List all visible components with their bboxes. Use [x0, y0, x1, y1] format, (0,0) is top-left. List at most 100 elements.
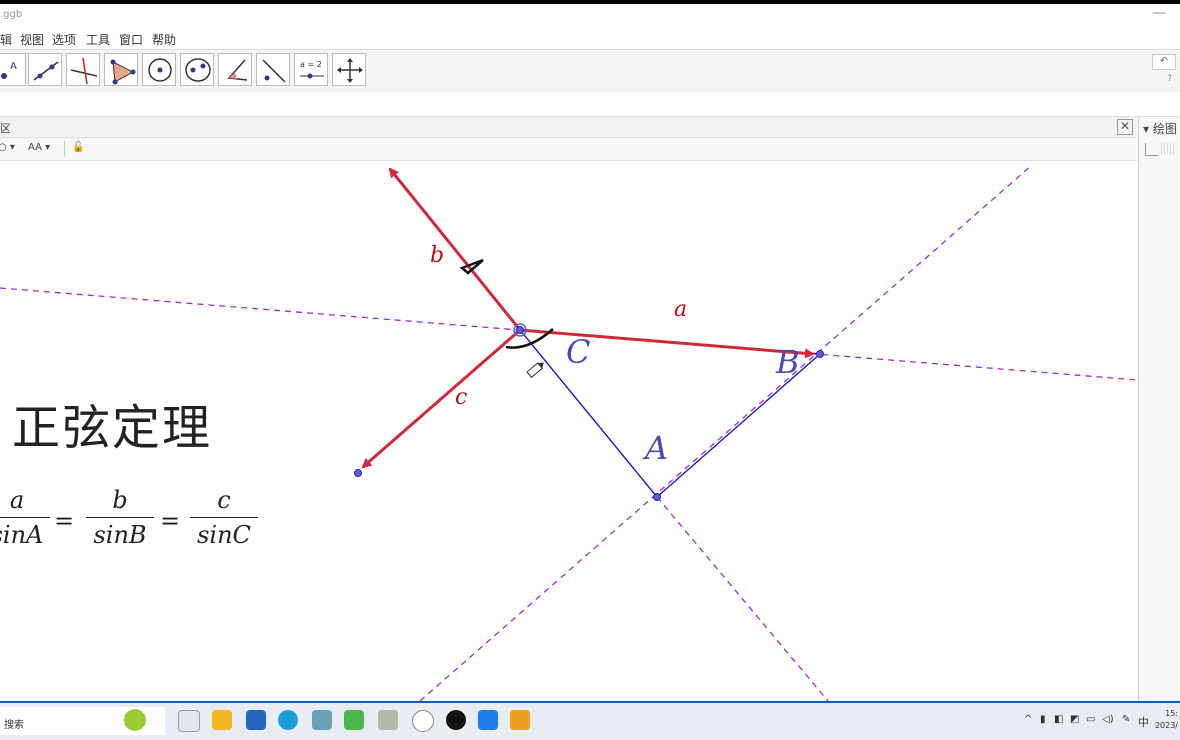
help-icon[interactable]: ? [1167, 74, 1172, 84]
title-bar: .ggb — [0, 4, 1180, 28]
slider-label: a = 2 [300, 60, 322, 69]
point-c-label: C [566, 333, 591, 371]
perpendicular-tool-button[interactable] [66, 53, 100, 86]
tray-mic-icon[interactable]: ▮ [1040, 714, 1046, 725]
circle-tool-button[interactable] [142, 53, 176, 86]
font-size-icon: AA [28, 142, 42, 153]
triangle-abc[interactable] [518, 329, 822, 499]
right-panel-title[interactable]: ▾ 绘图 [1143, 120, 1177, 137]
line-icon [33, 61, 59, 81]
task-view-icon[interactable] [178, 710, 200, 732]
point-b[interactable] [816, 350, 824, 358]
polygon-tool-button[interactable] [104, 53, 138, 86]
vector-c[interactable] [361, 328, 521, 469]
menu-tools[interactable]: 工具 [86, 31, 110, 48]
app-icon[interactable] [446, 710, 466, 730]
angle-icon [227, 59, 248, 81]
style-bar: ○ ▾ AA ▾ 🔓 [0, 138, 1137, 161]
tray-icon[interactable]: ◩ [1070, 714, 1079, 725]
fraction-c: c sinC [190, 486, 258, 549]
axes-icon[interactable] [1145, 143, 1158, 156]
graphics-panel-header: 区 ✕ [0, 117, 1137, 138]
angle-tool-button[interactable] [218, 53, 252, 86]
panel-header-label: 区 [0, 122, 11, 135]
tennis-ball-icon [124, 709, 146, 731]
ime-indicator[interactable]: 中 [1138, 714, 1149, 730]
speaker-icon[interactable]: ◁) [1102, 714, 1114, 725]
mail-icon[interactable] [246, 710, 266, 730]
app-icon[interactable] [510, 710, 530, 730]
file-explorer-icon[interactable] [212, 710, 232, 730]
vector-a-label: a [674, 297, 688, 322]
app-icon[interactable] [378, 710, 398, 730]
input-bar[interactable] [0, 92, 1180, 117]
fraction-b-numerator: b [86, 486, 154, 518]
vector-c-label: c [455, 385, 468, 410]
menu-help[interactable]: 帮助 [152, 31, 176, 48]
line-tool-button[interactable] [28, 53, 62, 86]
point-c[interactable] [516, 326, 524, 334]
fraction-a-numerator: a [0, 486, 50, 518]
grid-icon[interactable] [1161, 143, 1175, 155]
fraction-a-denominator: sinA [0, 521, 44, 549]
clock-date: 2023/ [1154, 721, 1178, 730]
point-tool-button[interactable]: A [0, 53, 26, 86]
point-b-label: B [776, 343, 800, 381]
menu-view[interactable]: 视图 [20, 31, 44, 48]
taskbar-search[interactable]: 搜索 [0, 707, 165, 735]
app-icon[interactable] [312, 710, 332, 730]
ellipse-icon [185, 58, 211, 82]
clock[interactable]: 15: 2023/ [1155, 708, 1178, 732]
fraction-c-denominator: sinC [197, 521, 251, 549]
menu-options[interactable]: 选项 [52, 31, 76, 48]
reflect-icon [262, 59, 286, 83]
theorem-title: 正弦定理 [12, 400, 213, 456]
pen-icon[interactable]: ✎ [1122, 714, 1130, 725]
point-a[interactable] [653, 493, 661, 501]
point-c-end[interactable] [354, 469, 362, 477]
edge-icon[interactable] [278, 710, 298, 730]
menu-bar: 辑 视图 选项 工具 窗口 帮助 [0, 28, 1180, 48]
close-panel-icon[interactable]: ✕ [1117, 119, 1133, 135]
menu-window[interactable]: 窗口 [119, 31, 143, 48]
font-size-dropdown[interactable]: AA ▾ [28, 142, 50, 153]
equals-sign-2: = [160, 507, 181, 535]
vector-b-label: b [430, 243, 445, 268]
point-icon: A [1, 61, 17, 79]
fraction-b-denominator: sinB [93, 521, 147, 549]
graphics-canvas[interactable]: b a c C B A 正弦定理 a sinA = b sinB = c sin… [0, 161, 1137, 701]
windows-taskbar: 搜索 ^ ▮ ◧ ◩ ▭ ◁) ✎ 中 15: 2023/ [0, 701, 1180, 740]
pencil-cursor-icon [526, 362, 544, 379]
lock-icon[interactable]: 🔓 [72, 142, 84, 153]
geogebra-window: .ggb — 辑 视图 选项 工具 窗口 帮助 A a = 2 ↶ ? 区 ✕ … [0, 4, 1180, 701]
equals-sign-1: = [54, 507, 75, 535]
polygon-icon [110, 59, 136, 85]
fraction-c-numerator: c [190, 486, 258, 518]
move-arrows-icon [337, 58, 363, 83]
toolbar: A a = 2 ↶ ? [0, 49, 1180, 93]
ellipse-tool-button[interactable] [180, 53, 214, 86]
reflect-tool-button[interactable] [256, 53, 290, 86]
wechat-icon[interactable] [344, 710, 364, 730]
tray-icon[interactable]: ▭ [1086, 714, 1095, 725]
menu-edit[interactable]: 辑 [0, 31, 12, 48]
search-text: 搜索 [4, 720, 24, 731]
tray-chevron-icon[interactable]: ^ [1024, 714, 1032, 725]
slider-icon: a = 2 [300, 60, 324, 79]
slider-tool-button[interactable]: a = 2 [294, 53, 328, 86]
right-graphics-panel: ▾ 绘图 [1138, 117, 1180, 701]
fraction-b: b sinB [86, 486, 154, 549]
app-icon[interactable] [478, 710, 498, 730]
vector-a[interactable] [519, 328, 815, 359]
circle-icon [148, 58, 172, 82]
tray-icon[interactable]: ◧ [1054, 714, 1063, 725]
minimize-button[interactable]: — [1152, 5, 1166, 21]
svg-text:A: A [10, 61, 17, 72]
point-style-dropdown[interactable]: ○ ▾ [0, 142, 15, 153]
vector-b[interactable] [388, 167, 522, 331]
app-icon[interactable] [412, 710, 434, 732]
move-view-tool-button[interactable] [332, 53, 366, 86]
perpendicular-line-icon [70, 57, 98, 85]
divider [64, 141, 65, 157]
undo-button[interactable]: ↶ [1152, 54, 1176, 70]
